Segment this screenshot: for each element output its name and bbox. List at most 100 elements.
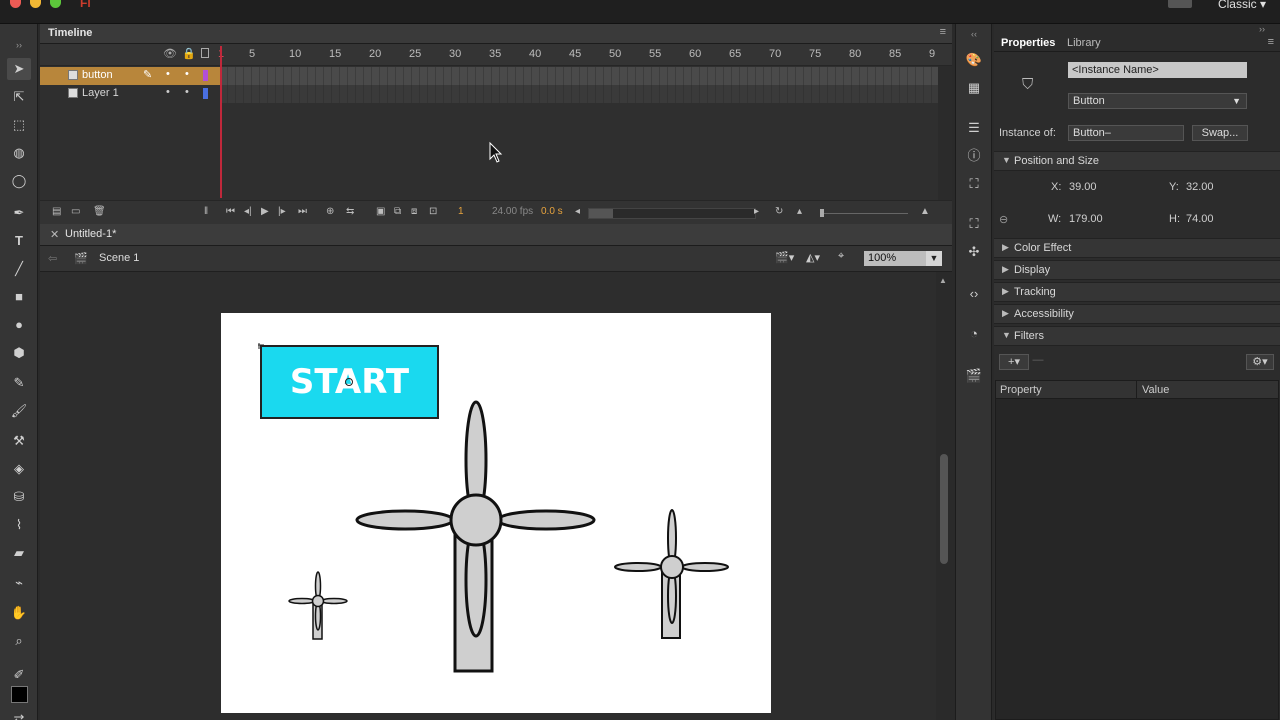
layer-frames[interactable] xyxy=(220,67,938,85)
y-value[interactable]: 32.00 xyxy=(1186,181,1214,193)
section-accessibility[interactable]: ▶ Accessibility xyxy=(994,304,1280,324)
transform-panel-icon[interactable]: ⛶ xyxy=(964,174,984,194)
show-hide-all-icon[interactable]: 👁 xyxy=(163,47,177,60)
timeline-hscroll[interactable] xyxy=(588,208,756,219)
section-display[interactable]: ▶ Display xyxy=(994,260,1280,280)
line-tool-icon[interactable]: ╱ xyxy=(7,258,31,280)
collapse-icon[interactable]: ›› xyxy=(1259,24,1265,34)
loop-playback-icon[interactable]: ↻ xyxy=(775,206,783,217)
h-value[interactable]: 74.00 xyxy=(1186,213,1214,225)
stroke-color-icon[interactable]: ✐ xyxy=(7,664,31,686)
ink-bottle-tool-icon[interactable]: ⛁ xyxy=(7,486,31,508)
pen-tool-icon[interactable]: ✒ xyxy=(7,202,31,224)
outline-all-icon[interactable] xyxy=(201,48,209,58)
layer-outline-color[interactable] xyxy=(203,70,208,81)
play-icon[interactable]: ▶ xyxy=(261,206,269,217)
brush-tool-icon[interactable]: 🖌 xyxy=(7,400,31,422)
oval-tool-icon[interactable]: ● xyxy=(7,314,31,336)
minimize-window-button[interactable] xyxy=(30,0,41,8)
onion-skin-icon[interactable]: ▣ xyxy=(376,206,385,217)
scroll-right-icon[interactable]: ▸ xyxy=(754,206,759,217)
instance-name-field[interactable]: <Instance Name> xyxy=(1068,62,1247,78)
column-header-value[interactable]: Value xyxy=(1142,384,1169,396)
canvas-vscroll[interactable]: ▲ xyxy=(936,272,952,720)
edit-multiple-frames-icon[interactable]: ⧈ xyxy=(411,206,417,217)
w-value[interactable]: 179.00 xyxy=(1069,213,1103,225)
bone-tool-icon[interactable]: ⚒ xyxy=(7,430,31,452)
swap-button[interactable]: Swap... xyxy=(1192,125,1248,141)
section-filters[interactable]: ▼ Filters xyxy=(994,326,1280,346)
remove-filter-button[interactable]: — xyxy=(1030,354,1046,370)
zoom-in-frames-icon[interactable]: ▲ xyxy=(920,206,930,217)
panel-collapse-icon[interactable]: ›› xyxy=(7,34,31,56)
info-panel-icon[interactable]: ⓘ xyxy=(964,146,984,166)
text-tool-icon[interactable]: T xyxy=(7,230,31,252)
lasso-tool-icon[interactable]: ◯ xyxy=(7,170,31,192)
align-panel-icon[interactable]: ☰ xyxy=(964,118,984,138)
eraser-tool-icon[interactable]: ▰ xyxy=(7,542,31,564)
onion-skin-outlines-icon[interactable]: ⧉ xyxy=(394,206,401,217)
loop-icon[interactable]: ⇆ xyxy=(346,206,354,217)
edit-scene-icon[interactable]: 🎬▾ xyxy=(775,251,794,264)
link-proportions-icon[interactable]: ⊖ xyxy=(999,213,1008,226)
zoom-dropdown-icon[interactable]: ▼ xyxy=(926,251,942,266)
new-layer-icon[interactable]: ▤ xyxy=(52,206,61,217)
delete-layer-icon[interactable]: 🗑 xyxy=(93,206,106,217)
frame-ruler[interactable]: 👁 🔒 1 5 10 15 20 25 30 35 40 45 50 55 60… xyxy=(40,44,952,66)
subselection-tool-icon[interactable]: ⇱ xyxy=(7,86,31,108)
timeline-vscroll[interactable] xyxy=(938,66,952,200)
first-frame-icon[interactable]: ⏮ xyxy=(226,206,235,217)
lock-dot[interactable]: • xyxy=(185,86,189,98)
scroll-thumb[interactable] xyxy=(589,209,613,218)
eyedropper-tool-icon[interactable]: ⌇ xyxy=(7,514,31,536)
section-position-size[interactable]: ▼ Position and Size xyxy=(994,151,1280,171)
hand-tool-icon[interactable]: ✋ xyxy=(7,602,31,624)
panel-menu-icon[interactable]: ≡ xyxy=(940,26,946,38)
layer-row-layer-1[interactable]: Layer 1 • • xyxy=(40,85,220,103)
tab-timeline[interactable]: Timeline xyxy=(48,27,92,39)
add-filter-button[interactable]: +▾ xyxy=(999,354,1029,370)
playhead[interactable] xyxy=(220,46,222,198)
pencil-tool-icon[interactable]: ✎ xyxy=(7,372,31,394)
next-frame-icon[interactable]: |▸ xyxy=(278,206,286,217)
x-value[interactable]: 39.00 xyxy=(1069,181,1097,193)
visibility-dot[interactable]: • xyxy=(166,86,170,98)
tab-properties[interactable]: Properties xyxy=(1001,37,1055,49)
prev-frame-icon[interactable]: ◂| xyxy=(244,206,252,217)
column-header-property[interactable]: Property xyxy=(1000,384,1042,396)
motion-presets-icon[interactable]: ✣ xyxy=(964,242,984,262)
polystar-tool-icon[interactable]: ⬢ xyxy=(7,342,31,364)
scroll-thumb[interactable] xyxy=(940,454,948,564)
visibility-dot[interactable]: • xyxy=(166,68,170,80)
modify-markers-icon[interactable]: ⊡ xyxy=(429,206,437,217)
slider-handle[interactable] xyxy=(820,209,824,217)
layer-outline-color[interactable] xyxy=(203,88,208,99)
tab-untitled-1[interactable]: Untitled-1* xyxy=(65,228,116,240)
selection-tool-icon[interactable]: ➤ xyxy=(7,58,31,80)
history-panel-icon[interactable]: ◔ xyxy=(964,324,984,344)
swap-colors-icon[interactable]: ⇄ xyxy=(7,708,31,720)
scroll-left-icon[interactable]: ◂ xyxy=(575,206,580,217)
code-snippets-icon[interactable]: ‹› xyxy=(964,284,984,304)
instance-of-value[interactable]: Button– xyxy=(1068,125,1184,141)
panel-divider-icon[interactable]: ‖ xyxy=(204,206,208,217)
filter-options-gear-icon[interactable]: ⚙▾ xyxy=(1246,354,1274,370)
elapsed-time[interactable]: 0.0 s xyxy=(541,206,563,217)
components-panel-icon[interactable]: ⛶ xyxy=(964,214,984,234)
scene-panel-icon[interactable]: 🎬 xyxy=(964,366,984,386)
new-folder-icon[interactable]: ▭ xyxy=(71,206,80,217)
free-transform-tool-icon[interactable]: ⬚ xyxy=(7,114,31,136)
last-frame-icon[interactable]: ⏭ xyxy=(298,206,307,217)
zoom-window-button[interactable] xyxy=(50,0,61,8)
zoom-out-frames-icon[interactable]: ▴ xyxy=(797,206,802,217)
scroll-up-icon[interactable]: ▲ xyxy=(939,276,947,285)
workspace-switcher[interactable]: Classic ▾ xyxy=(1218,0,1266,11)
center-frame-icon[interactable]: ⊕ xyxy=(326,206,334,217)
fill-color-swatch[interactable] xyxy=(11,686,28,703)
section-tracking[interactable]: ▶ Tracking xyxy=(994,282,1280,302)
width-tool-icon[interactable]: ⌁ xyxy=(7,572,31,594)
layer-frames[interactable] xyxy=(220,85,938,103)
color-panel-icon[interactable]: 🎨 xyxy=(964,50,984,70)
lock-all-icon[interactable]: 🔒 xyxy=(182,47,196,60)
frame-zoom-slider[interactable] xyxy=(820,209,908,217)
